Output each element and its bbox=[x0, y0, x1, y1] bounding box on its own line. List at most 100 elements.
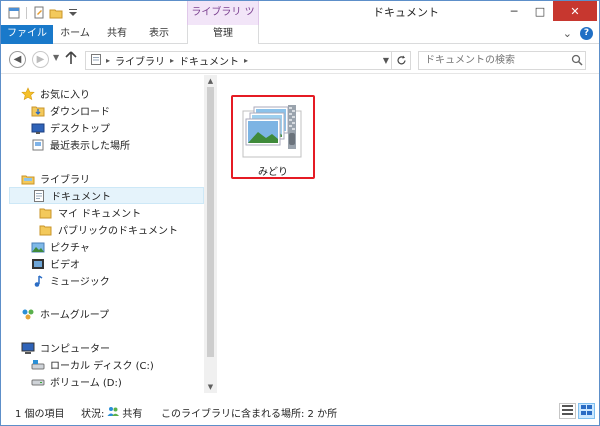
nav-music-label: ミュージック bbox=[50, 277, 110, 288]
desktop-icon bbox=[31, 121, 45, 135]
nav-favorites-label: お気に入り bbox=[40, 90, 90, 101]
nav-desktop[interactable]: デスクトップ bbox=[31, 119, 110, 136]
recent-places-icon bbox=[31, 138, 45, 152]
drive-icon bbox=[31, 375, 45, 389]
up-button[interactable] bbox=[65, 51, 77, 68]
window-menu-icon[interactable] bbox=[7, 6, 21, 20]
details-view-icon bbox=[562, 404, 573, 418]
customize-dropdown-icon[interactable] bbox=[66, 6, 80, 20]
recent-locations-icon[interactable]: ▼ bbox=[53, 53, 59, 62]
ribbon-right-controls: ⌄ ? bbox=[563, 27, 593, 40]
folder-icon bbox=[39, 206, 53, 220]
nav-local-disk-c[interactable]: ローカル ディスク (C:) bbox=[31, 356, 154, 373]
scroll-up-icon[interactable]: ▲ bbox=[204, 77, 217, 85]
nav-libraries[interactable]: ライブラリ bbox=[21, 170, 90, 187]
title-bar: ライブラリ ツール ドキュメント ─ □ ✕ bbox=[1, 1, 599, 42]
search-icon[interactable] bbox=[569, 52, 585, 68]
explorer-window: ライブラリ ツール ドキュメント ─ □ ✕ ファイル ホーム 共有 表示 管理… bbox=[0, 0, 600, 426]
folder-icon bbox=[39, 223, 53, 237]
zip-folder-icon bbox=[238, 101, 308, 161]
nav-volume-d[interactable]: ボリューム (D:) bbox=[31, 373, 122, 390]
nav-recent-places[interactable]: 最近表示した場所 bbox=[31, 136, 130, 153]
nav-my-documents-label: マイ ドキュメント bbox=[58, 209, 142, 220]
address-dropdown-icon[interactable]: ▼ bbox=[383, 56, 389, 65]
file-name: みどり bbox=[258, 167, 288, 178]
nav-videos[interactable]: ビデオ bbox=[31, 255, 80, 272]
item-count: 1 個の項目 bbox=[15, 408, 65, 420]
status-bar: 1 個の項目 状況: 共有 このライブラリに含まれる場所: 2 か所 bbox=[1, 399, 599, 425]
window-controls: ─ □ ✕ bbox=[501, 1, 597, 21]
music-icon bbox=[31, 274, 45, 288]
breadcrumb-separator-icon[interactable]: ▸ bbox=[242, 56, 250, 65]
nav-music[interactable]: ミュージック bbox=[31, 272, 110, 289]
scrollbar-thumb[interactable] bbox=[207, 87, 214, 357]
view-buttons bbox=[559, 403, 595, 419]
search-input[interactable] bbox=[418, 51, 586, 70]
nav-local-disk-c-label: ローカル ディスク (C:) bbox=[50, 361, 154, 372]
nav-computer-label: コンピューター bbox=[40, 344, 110, 355]
download-folder-icon bbox=[31, 104, 45, 118]
arrow-right-icon: ▶ bbox=[36, 54, 45, 65]
ribbon-collapse-icon[interactable]: ⌄ bbox=[563, 27, 572, 40]
nav-pictures[interactable]: ピクチャ bbox=[31, 238, 90, 255]
video-icon bbox=[31, 257, 45, 271]
toolbar-separator bbox=[26, 7, 27, 19]
libraries-icon bbox=[21, 172, 35, 186]
nav-downloads[interactable]: ダウンロード bbox=[31, 102, 110, 119]
tab-home[interactable]: ホーム bbox=[53, 25, 97, 44]
close-button[interactable]: ✕ bbox=[553, 1, 597, 21]
ribbon-tabs: ファイル ホーム 共有 表示 管理 ⌄ ? bbox=[1, 25, 599, 45]
nav-documents[interactable]: ドキュメント bbox=[9, 187, 204, 204]
details-view-button[interactable] bbox=[559, 403, 576, 419]
nav-pane-scrollbar[interactable]: ▲ ▼ bbox=[204, 75, 217, 393]
scroll-down-icon[interactable]: ▼ bbox=[204, 383, 217, 391]
status-state: 状況: 共有 bbox=[81, 405, 142, 420]
nav-public-documents[interactable]: パブリックのドキュメント bbox=[39, 221, 178, 238]
nav-homegroup[interactable]: ホームグループ bbox=[21, 305, 109, 322]
tab-file[interactable]: ファイル bbox=[1, 25, 53, 44]
nav-volume-d-label: ボリューム (D:) bbox=[50, 378, 122, 389]
address-bar[interactable]: ▸ ライブラリ ▸ ドキュメント ▸ ▼ bbox=[85, 51, 411, 70]
arrow-left-icon: ◀ bbox=[13, 54, 22, 65]
back-button[interactable]: ◀ bbox=[9, 51, 26, 68]
computer-icon bbox=[21, 341, 35, 355]
tab-view[interactable]: 表示 bbox=[137, 25, 181, 44]
tab-manage[interactable]: 管理 bbox=[187, 25, 259, 45]
homegroup-icon bbox=[21, 307, 35, 321]
file-list[interactable]: みどり bbox=[217, 75, 599, 393]
refresh-button[interactable] bbox=[391, 52, 410, 69]
nav-recent-places-label: 最近表示した場所 bbox=[50, 141, 130, 152]
breadcrumb-separator-icon[interactable]: ▸ bbox=[168, 56, 176, 65]
window-title: ドキュメント bbox=[373, 6, 439, 19]
breadcrumb-libraries[interactable]: ライブラリ bbox=[112, 53, 168, 68]
navigation-pane: お気に入り ダウンロード デスクトップ 最近表示した場所 ライブラリ ドキュメン… bbox=[1, 75, 204, 393]
library-location-icon bbox=[90, 53, 102, 69]
pictures-icon bbox=[31, 240, 45, 254]
nav-documents-label: ドキュメント bbox=[51, 192, 111, 203]
large-icons-view-button[interactable] bbox=[578, 403, 595, 419]
nav-my-documents[interactable]: マイ ドキュメント bbox=[39, 204, 141, 221]
nav-computer[interactable]: コンピューター bbox=[21, 339, 110, 356]
help-icon[interactable]: ? bbox=[580, 27, 593, 40]
nav-videos-label: ビデオ bbox=[50, 260, 80, 271]
properties-icon[interactable] bbox=[32, 6, 46, 20]
context-tab-group-label: ライブラリ ツール bbox=[187, 1, 259, 42]
maximize-button[interactable]: □ bbox=[527, 1, 553, 21]
nav-public-documents-label: パブリックのドキュメント bbox=[58, 226, 178, 237]
nav-desktop-label: デスクトップ bbox=[50, 124, 110, 135]
tab-share[interactable]: 共有 bbox=[97, 25, 137, 44]
breadcrumb-separator-icon[interactable]: ▸ bbox=[104, 56, 112, 65]
nav-favorites[interactable]: お気に入り bbox=[21, 85, 90, 102]
nav-downloads-label: ダウンロード bbox=[50, 107, 110, 118]
breadcrumb-documents[interactable]: ドキュメント bbox=[176, 53, 242, 68]
documents-icon bbox=[32, 189, 46, 203]
nav-homegroup-label: ホームグループ bbox=[40, 310, 110, 321]
quick-access-toolbar bbox=[7, 5, 80, 21]
new-folder-icon[interactable] bbox=[49, 6, 63, 20]
nav-libraries-label: ライブラリ bbox=[40, 175, 90, 186]
file-item[interactable]: みどり bbox=[231, 95, 315, 179]
star-icon bbox=[21, 86, 35, 101]
forward-button[interactable]: ▶ bbox=[32, 51, 49, 68]
minimize-button[interactable]: ─ bbox=[501, 1, 527, 21]
nav-pictures-label: ピクチャ bbox=[50, 243, 90, 254]
